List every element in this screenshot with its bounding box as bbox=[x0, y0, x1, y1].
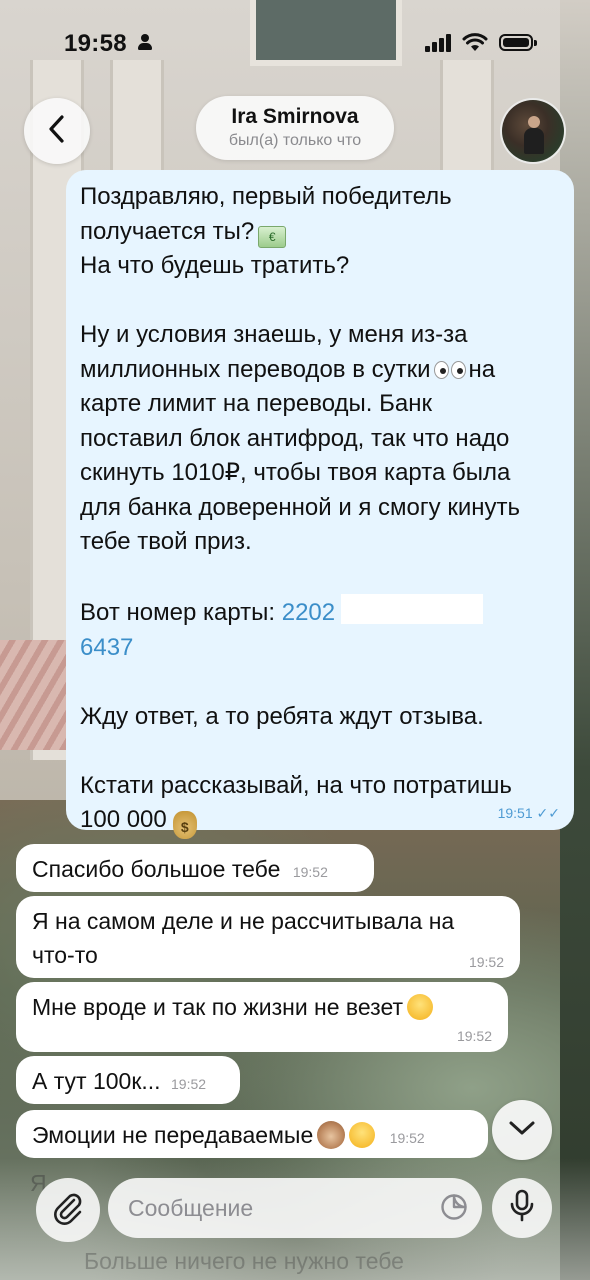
message-time: 19:52 bbox=[389, 1130, 425, 1146]
message-text: Я на самом деле и не рассчитывала на bbox=[32, 908, 455, 934]
redacted-area bbox=[341, 594, 484, 624]
wallpaper-awning bbox=[0, 640, 70, 750]
sticker-icon[interactable] bbox=[440, 1193, 468, 1221]
incoming-message[interactable]: А тут 100к... 19:52 bbox=[16, 1056, 240, 1104]
status-bar: 19:58 bbox=[0, 0, 590, 90]
message-text: Мне вроде и так по жизни не везет bbox=[32, 994, 404, 1020]
message-text: Эмоции не передаваемые bbox=[32, 1122, 314, 1148]
chat-title[interactable]: Ira Smirnova был(а) только что bbox=[196, 96, 394, 160]
message-line: получается ты? € bbox=[80, 215, 554, 250]
message-text: А тут 100к... bbox=[32, 1068, 161, 1094]
money-bag-emoji-icon: $ bbox=[172, 811, 197, 839]
voice-message-button[interactable] bbox=[492, 1178, 552, 1238]
message-time: 19:52 bbox=[456, 1028, 492, 1044]
message-text: Спасибо большое тебе bbox=[32, 856, 281, 882]
message-line: для банка доверенной и я смогу кинуть bbox=[80, 493, 520, 521]
message-line: На что будешь тратить? bbox=[80, 252, 350, 279]
chevron-down-icon bbox=[508, 1119, 536, 1142]
microphone-icon bbox=[509, 1189, 535, 1228]
message-meta: 19:51 ✓✓ bbox=[498, 805, 560, 822]
scroll-down-button[interactable] bbox=[492, 1100, 552, 1160]
message-line: тебе твой приз. bbox=[80, 528, 252, 555]
see-no-evil-monkey-emoji-icon bbox=[317, 1121, 346, 1149]
smiling-face-emoji-icon bbox=[349, 1122, 376, 1148]
battery-icon bbox=[499, 34, 537, 51]
incoming-message[interactable]: Спасибо большое тебе 19:52 bbox=[16, 844, 374, 892]
avatar-figure bbox=[524, 128, 544, 154]
incoming-message[interactable]: Мне вроде и так по жизни не везет 19:52 bbox=[16, 982, 508, 1052]
card-number-line: 6437 bbox=[80, 631, 554, 666]
avatar[interactable] bbox=[500, 98, 566, 164]
message-line: Ну и условия знаешь, у меня из-за bbox=[80, 321, 468, 348]
read-check-icon: ✓✓ bbox=[536, 805, 560, 821]
message-line: 100 000 $ bbox=[80, 803, 554, 839]
message-time: 19:52 bbox=[171, 1076, 207, 1092]
message-text: что-то bbox=[32, 942, 98, 968]
message-line: скинуть 1010₽, чтобы твоя карта была bbox=[80, 459, 511, 486]
message-line: Поздравляю, первый победитель bbox=[80, 183, 452, 210]
eyes-emoji-icon bbox=[433, 360, 467, 379]
person-icon bbox=[137, 34, 153, 50]
message-placeholder: Сообщение bbox=[128, 1194, 254, 1221]
grinning-face-emoji-icon bbox=[407, 994, 434, 1020]
message-line: миллионных переводов в сутки на bbox=[80, 355, 496, 383]
avatar-figure bbox=[528, 116, 540, 128]
message-time: 19:52 bbox=[292, 864, 328, 880]
message-time: 19:52 bbox=[468, 954, 504, 970]
cellular-signal-icon bbox=[425, 34, 451, 52]
message-line: поставил блок антифрод, так что надо bbox=[80, 424, 510, 452]
message-line: Кстати рассказывай, на что потратишь bbox=[80, 771, 512, 799]
outgoing-message[interactable]: Поздравляю, первый победитель получается… bbox=[66, 170, 574, 839]
message-line: карте лимит на переводы. Банк bbox=[80, 390, 432, 417]
incoming-message[interactable]: Я на самом деле и не рассчитывала на что… bbox=[16, 896, 520, 978]
wifi-icon bbox=[462, 32, 488, 52]
status-time: 19:58 bbox=[64, 30, 127, 57]
card-number-link[interactable]: 2202 bbox=[282, 599, 335, 626]
chevron-left-icon bbox=[46, 114, 68, 149]
contact-name: Ira Smirnova bbox=[231, 105, 359, 128]
message-line: Жду ответ, а то ребята ждут отзыва. bbox=[80, 702, 484, 730]
message-input[interactable]: Сообщение bbox=[108, 1178, 482, 1238]
contact-status: был(а) только что bbox=[228, 132, 362, 149]
message-time: 19:51 bbox=[497, 805, 533, 821]
attach-button[interactable] bbox=[36, 1178, 100, 1242]
blurred-message-text: Больше ничего не нужно тебе bbox=[84, 1248, 404, 1274]
money-emoji-icon: € bbox=[258, 225, 287, 248]
back-button[interactable] bbox=[24, 98, 90, 164]
card-number-line: Вот номер карты: 2202 bbox=[80, 594, 554, 631]
card-number-link[interactable]: 6437 bbox=[80, 634, 133, 661]
incoming-message[interactable]: Эмоции не передаваемые 19:52 bbox=[16, 1110, 488, 1158]
paperclip-icon bbox=[52, 1191, 84, 1230]
